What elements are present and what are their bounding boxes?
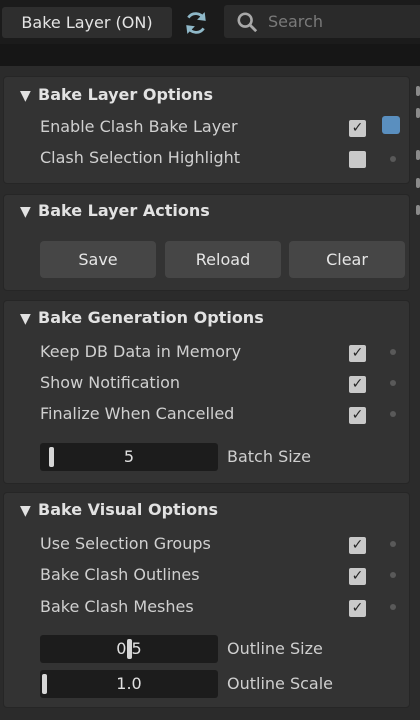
checkbox-enable-clash-bake-layer[interactable]: ✓: [349, 120, 366, 137]
row-label: Finalize When Cancelled: [40, 404, 235, 423]
dot-icon: [390, 411, 396, 417]
clear-button[interactable]: Clear: [289, 241, 405, 278]
dot-icon: [390, 349, 396, 355]
section-title: Bake Visual Options: [38, 500, 219, 519]
checkbox-keep-db-data[interactable]: ✓: [349, 345, 366, 362]
refresh-icon[interactable]: [183, 10, 209, 36]
row-label: Use Selection Groups: [40, 534, 211, 553]
row-label: Show Notification: [40, 373, 181, 392]
section-header-visual[interactable]: ▼ Bake Visual Options: [20, 496, 218, 524]
section-header-options[interactable]: ▼ Bake Layer Options: [20, 81, 213, 109]
collapse-triangle-icon: ▼: [20, 204, 31, 220]
row-bake-clash-outlines: Bake Clash Outlines: [40, 563, 370, 587]
checkbox-show-notification[interactable]: ✓: [349, 376, 366, 393]
row-label: Keep DB Data in Memory: [40, 342, 242, 361]
bake-layer-toggle-button[interactable]: Bake Layer (ON): [2, 7, 172, 38]
outline-scale-value: 1.0: [116, 674, 142, 693]
section-title: Bake Generation Options: [38, 308, 264, 327]
section-title: Bake Layer Options: [38, 85, 213, 104]
section-title: Bake Layer Actions: [38, 201, 210, 220]
scrollbar-mark[interactable]: [416, 86, 420, 96]
scrollbar-mark[interactable]: [416, 178, 420, 188]
checkbox-finalize-when-cancelled[interactable]: ✓: [349, 407, 366, 424]
drag-handle[interactable]: [127, 639, 132, 659]
checkbox-clash-selection-highlight[interactable]: [349, 151, 366, 168]
drag-handle[interactable]: [42, 674, 47, 694]
save-button[interactable]: Save: [40, 241, 156, 278]
top-toolbar: Bake Layer (ON) Search: [0, 0, 420, 44]
row-label: Clash Selection Highlight: [40, 148, 241, 167]
search-icon: [237, 12, 258, 33]
checkbox-use-selection-groups[interactable]: ✓: [349, 537, 366, 554]
dot-icon: [390, 156, 396, 162]
drag-handle[interactable]: [49, 447, 54, 467]
row-label: Bake Clash Outlines: [40, 565, 200, 584]
outline-scale-label: Outline Scale: [227, 674, 334, 693]
collapse-triangle-icon: ▼: [20, 311, 31, 327]
outline-size-label: Outline Size: [227, 639, 323, 658]
checkbox-bake-clash-outlines[interactable]: ✓: [349, 568, 366, 585]
section-bake-layer-actions: ▼ Bake Layer Actions Save Reload Clear: [3, 194, 410, 291]
dot-icon: [390, 572, 396, 578]
row-clash-selection-highlight: Clash Selection Highlight: [40, 146, 370, 170]
row-label: Enable Clash Bake Layer: [40, 117, 238, 136]
reload-button[interactable]: Reload: [165, 241, 281, 278]
row-enable-clash-bake-layer: Enable Clash Bake Layer: [40, 115, 370, 139]
section-header-actions[interactable]: ▼ Bake Layer Actions: [20, 197, 210, 225]
checkbox-bake-clash-meshes[interactable]: ✓: [349, 600, 366, 617]
outline-size-field[interactable]: 0.5: [40, 635, 218, 663]
row-use-selection-groups: Use Selection Groups: [40, 532, 370, 556]
collapse-triangle-icon: ▼: [20, 503, 31, 519]
section-header-generation[interactable]: ▼ Bake Generation Options: [20, 304, 264, 332]
row-finalize-when-cancelled: Finalize When Cancelled: [40, 402, 370, 426]
accent-indicator[interactable]: [382, 116, 400, 134]
outline-scale-field[interactable]: 1.0: [40, 670, 218, 698]
batch-size-label: Batch Size: [227, 447, 311, 466]
batch-size-value: 5: [123, 447, 135, 466]
collapse-triangle-icon: ▼: [20, 88, 31, 104]
toolbar-divider: [0, 44, 420, 66]
section-bake-generation-options: ▼ Bake Generation Options Keep DB Data in…: [3, 300, 410, 484]
scrollbar-mark[interactable]: [416, 205, 420, 215]
section-bake-visual-options: ▼ Bake Visual Options Use Selection Group…: [3, 492, 410, 708]
section-bake-layer-options: ▼ Bake Layer Options Enable Clash Bake La…: [3, 76, 410, 184]
dot-icon: [390, 604, 396, 610]
dot-icon: [390, 541, 396, 547]
row-bake-clash-meshes: Bake Clash Meshes: [40, 595, 370, 619]
row-label: Bake Clash Meshes: [40, 597, 194, 616]
row-show-notification: Show Notification: [40, 371, 370, 395]
row-keep-db-data: Keep DB Data in Memory: [40, 340, 370, 364]
scrollbar-mark[interactable]: [416, 108, 420, 118]
scrollbar-mark[interactable]: [416, 150, 420, 160]
dot-icon: [390, 380, 396, 386]
search-placeholder: Search: [268, 12, 323, 31]
search-input[interactable]: Search: [224, 5, 420, 38]
batch-size-field[interactable]: 5: [40, 443, 218, 471]
